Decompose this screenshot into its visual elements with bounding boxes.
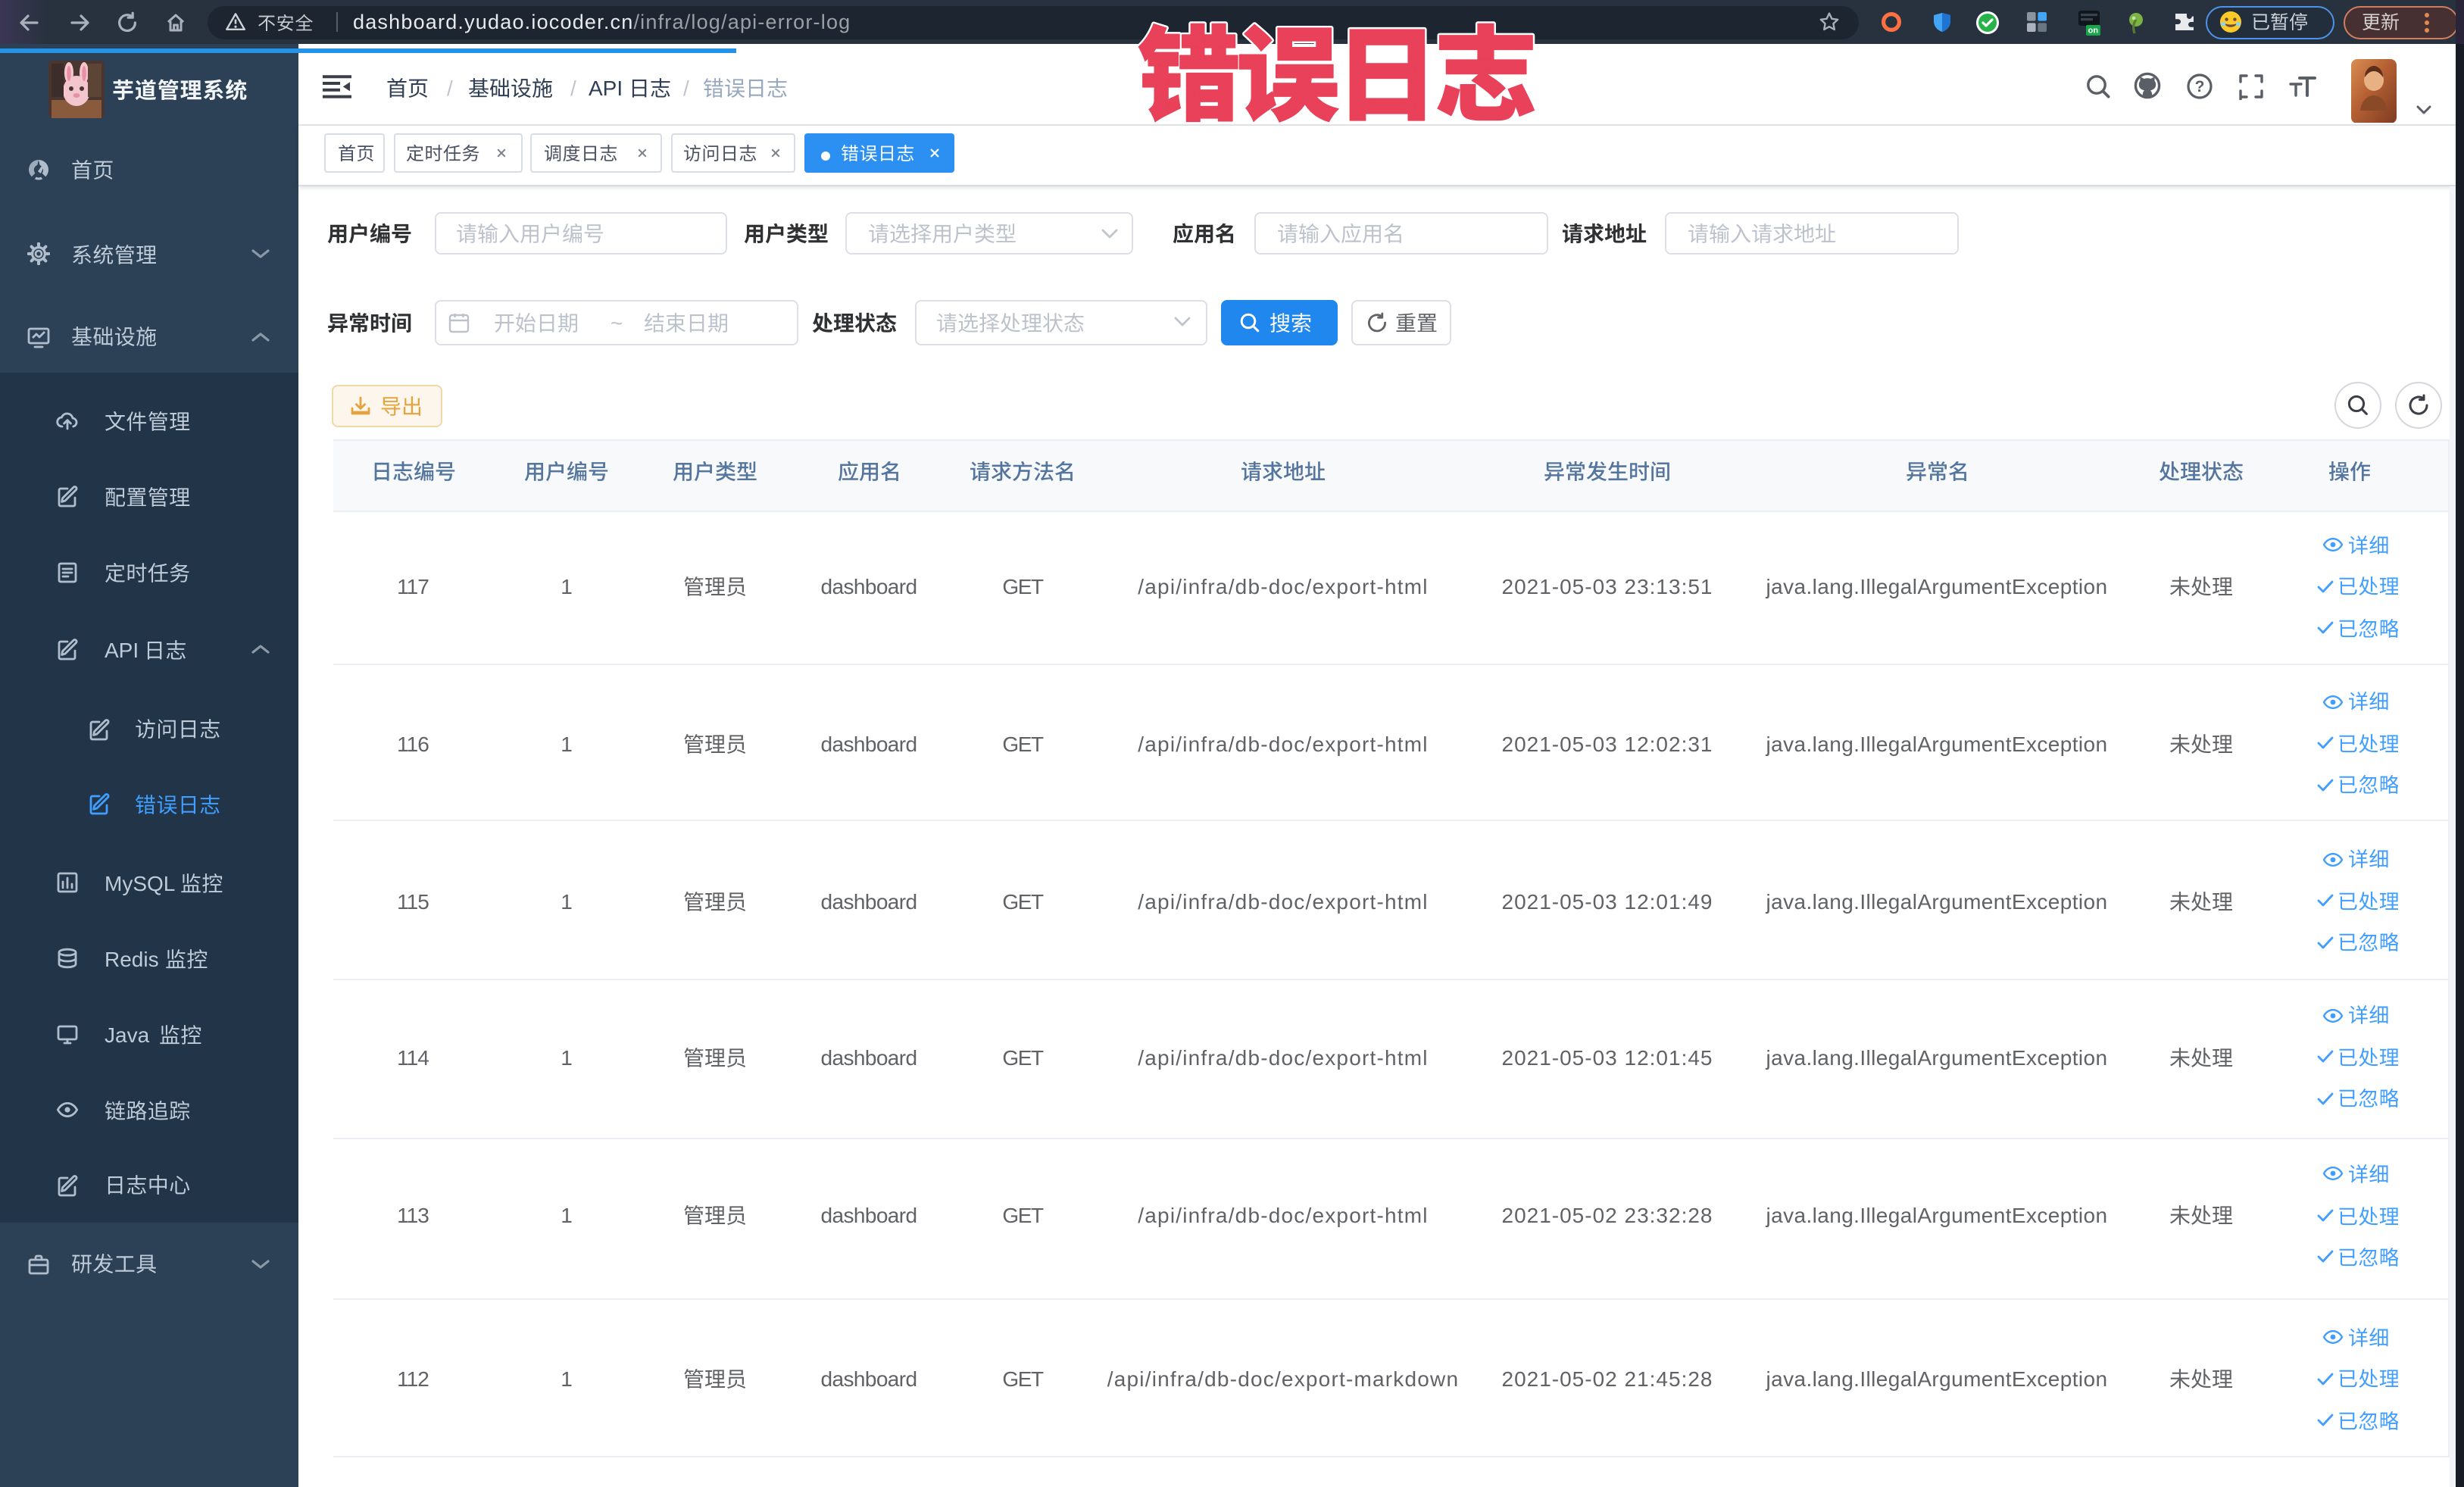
svg-text:on: on: [2088, 27, 2099, 36]
svg-text:?: ?: [2194, 78, 2204, 95]
